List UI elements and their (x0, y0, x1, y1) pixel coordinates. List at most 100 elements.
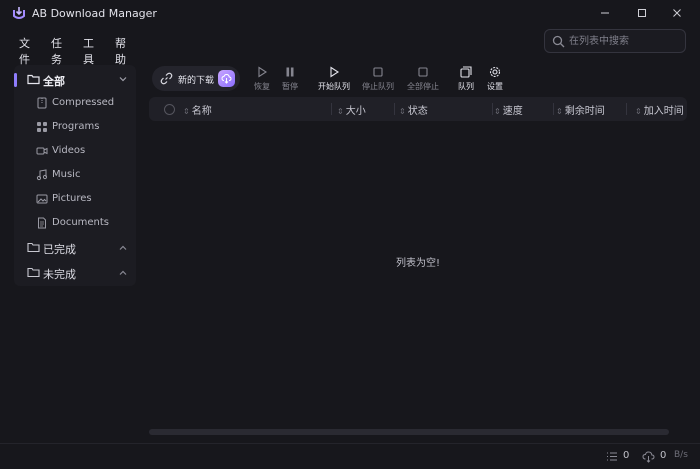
category-pictures-label: Pictures (52, 193, 92, 204)
category-pictures[interactable]: Pictures (14, 190, 136, 210)
gear-icon (489, 66, 501, 78)
column-header-time-left[interactable]: ⇕ 剩余时间 (556, 102, 605, 117)
title-bar: AB Download Manager (0, 0, 700, 28)
selection-indicator (14, 73, 17, 87)
sort-icon: ⇕ (399, 107, 406, 116)
stop-icon (373, 67, 383, 77)
folder-icon (27, 242, 40, 253)
column-name-label: 名称 (191, 106, 212, 117)
play-icon (330, 66, 340, 78)
folder-icon (27, 74, 40, 85)
sort-icon: ⇕ (337, 107, 344, 116)
category-programs[interactable]: Programs (14, 118, 136, 138)
document-icon (38, 217, 46, 229)
picture-icon (36, 194, 48, 204)
app-title: AB Download Manager (32, 7, 157, 20)
category-music[interactable]: Music (14, 166, 136, 186)
column-divider[interactable] (394, 103, 395, 115)
minimize-button[interactable] (593, 4, 617, 22)
horizontal-scrollbar[interactable] (149, 429, 669, 435)
column-divider[interactable] (626, 103, 627, 115)
search-box[interactable] (544, 29, 686, 53)
new-download-button[interactable]: 新的下载 (152, 66, 240, 91)
category-all[interactable]: 全部 (14, 68, 136, 92)
settings-label: 设置 (487, 82, 503, 91)
column-speed-label: 速度 (502, 106, 523, 117)
group-completed-label: 已完成 (43, 243, 76, 256)
downloads-table: ⇕ 名称 ⇕ 大小 ⇕ 状态 ⇕ 速度 ⇕ 剩余时间 ⇕ 加入时间 列表为空! (149, 97, 687, 437)
app-logo-icon (13, 7, 25, 19)
pause-button[interactable]: 暂停 (270, 66, 310, 92)
active-download-count: 0 (660, 450, 667, 461)
category-music-label: Music (52, 169, 81, 180)
status-bar: 0 0 B/s (0, 443, 700, 469)
folder-icon (27, 267, 40, 278)
column-header-name[interactable]: ⇕ 名称 (183, 102, 212, 117)
chevron-up-icon[interactable] (118, 243, 128, 253)
maximize-icon (638, 9, 646, 17)
queue-icon (460, 66, 472, 78)
category-documents[interactable]: Documents (14, 214, 136, 234)
settings-button[interactable]: 设置 (475, 66, 515, 92)
column-header-size[interactable]: ⇕ 大小 (337, 102, 366, 117)
group-completed[interactable]: 已完成 (14, 237, 136, 259)
table-header: ⇕ 名称 ⇕ 大小 ⇕ 状态 ⇕ 速度 ⇕ 剩余时间 ⇕ 加入时间 (149, 97, 687, 121)
stop-queue-label: 停止队列 (362, 82, 394, 91)
column-header-date-added[interactable]: ⇕ 加入时间 (635, 102, 684, 117)
category-documents-label: Documents (52, 217, 110, 228)
column-header-speed[interactable]: ⇕ 速度 (494, 102, 523, 117)
cloud-download-icon (642, 451, 655, 463)
category-videos-label: Videos (52, 145, 86, 156)
new-download-label: 新的下载 (178, 76, 215, 86)
cloud-download-icon (221, 73, 232, 84)
category-compressed[interactable]: Compressed (14, 94, 136, 114)
column-date-added-label: 加入时间 (643, 106, 684, 117)
search-icon (552, 35, 565, 48)
start-queue-button[interactable]: 开始队列 (314, 66, 354, 92)
menu-tasks[interactable]: 任务 (51, 35, 62, 67)
link-icon (160, 72, 173, 85)
video-icon (36, 147, 48, 155)
list-icon (607, 452, 617, 461)
category-all-label: 全部 (43, 75, 65, 88)
pause-label: 暂停 (282, 82, 298, 91)
menu-tools[interactable]: 工具 (83, 35, 94, 67)
category-sidebar: 全部 Compressed Programs Videos Music Pict… (14, 65, 136, 286)
menu-help[interactable]: 帮助 (115, 35, 126, 67)
programs-icon (37, 122, 47, 132)
column-size-label: 大小 (345, 106, 366, 117)
minimize-icon (601, 12, 609, 14)
download-badge[interactable] (218, 70, 235, 87)
music-icon (36, 169, 48, 181)
sort-icon: ⇕ (556, 107, 563, 116)
list-count: 0 (623, 450, 630, 461)
menu-file[interactable]: 文件 (19, 35, 30, 67)
stop-icon (418, 67, 428, 77)
close-button[interactable] (665, 4, 689, 22)
pause-icon (286, 67, 294, 77)
category-programs-label: Programs (52, 121, 100, 132)
stop-queue-button[interactable]: 停止队列 (358, 66, 398, 92)
category-videos[interactable]: Videos (14, 142, 136, 162)
stop-all-button[interactable]: 全部停止 (403, 66, 443, 92)
select-all-checkbox[interactable] (164, 104, 175, 115)
start-queue-label: 开始队列 (318, 82, 350, 91)
total-speed: B/s (674, 450, 688, 460)
empty-list-message: 列表为空! (395, 258, 440, 269)
group-unfinished-label: 未完成 (43, 268, 76, 281)
column-divider[interactable] (553, 103, 554, 115)
category-compressed-label: Compressed (52, 97, 115, 108)
chevron-up-icon[interactable] (118, 268, 128, 278)
column-divider[interactable] (492, 103, 493, 115)
group-unfinished[interactable]: 未完成 (14, 262, 136, 284)
column-status-label: 状态 (407, 106, 428, 117)
chevron-down-icon[interactable] (118, 74, 128, 84)
sort-icon: ⇕ (635, 107, 642, 116)
search-input[interactable] (569, 34, 681, 49)
sort-icon: ⇕ (494, 107, 501, 116)
column-time-left-label: 剩余时间 (564, 106, 605, 117)
column-header-status[interactable]: ⇕ 状态 (399, 102, 428, 117)
column-divider[interactable] (331, 103, 332, 115)
maximize-button[interactable] (630, 4, 654, 22)
stop-all-label: 全部停止 (407, 82, 439, 91)
